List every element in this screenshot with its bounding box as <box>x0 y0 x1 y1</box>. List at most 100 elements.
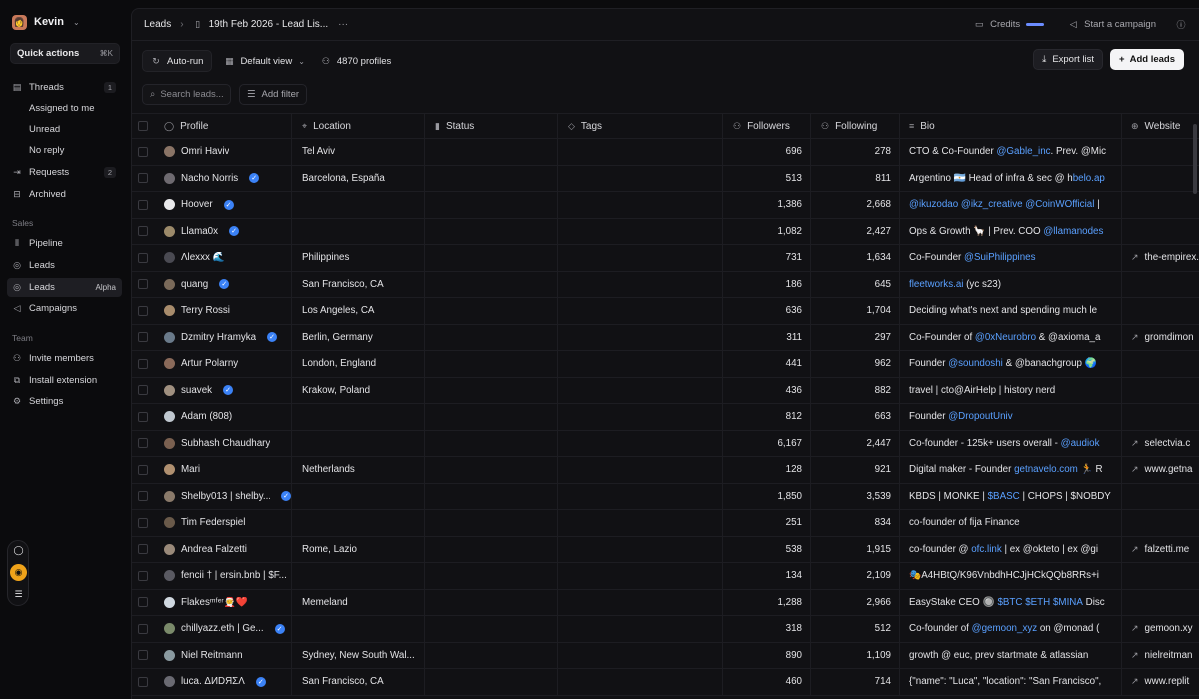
sliders-icon[interactable]: ☰ <box>10 586 27 603</box>
location-cell[interactable] <box>292 510 425 536</box>
bio-cell[interactable]: fleetworks.ai (yc s23) <box>900 271 1122 297</box>
table-row[interactable]: Λlexxx 🌊 Philippines 731 1,634 Co-Founder @S… <box>132 245 1199 272</box>
add-leads-button[interactable]: + Add leads <box>1110 49 1184 70</box>
website-cell[interactable]: ↗ the-empirex.c <box>1122 245 1199 271</box>
workspace-switcher[interactable]: 👩 Kevin ⌄ <box>12 14 80 30</box>
profile-cell[interactable]: Shelby013 | shelby... ✓ <box>154 483 292 509</box>
tags-cell[interactable] <box>558 377 723 403</box>
table-row[interactable]: suavek ✓ Krakow, Poland 436 882 travel | cto@… <box>132 377 1199 404</box>
website-text[interactable]: www.getna <box>1145 464 1193 475</box>
bio-link[interactable]: fleetworks.ai <box>909 279 963 290</box>
table-row[interactable]: chillyazz.eth | Ge... ✓ 318 512 Co-founder o… <box>132 616 1199 643</box>
location-cell[interactable]: Sydney, New South Wal... <box>292 642 425 668</box>
profile-cell[interactable]: Andrea Falzetti <box>154 536 292 562</box>
tags-cell[interactable] <box>558 245 723 271</box>
sidebar-item-assigned[interactable]: Assigned to me <box>7 99 122 118</box>
website-cell[interactable] <box>1122 139 1199 165</box>
row-checkbox[interactable] <box>138 385 148 396</box>
location-cell[interactable] <box>292 192 425 218</box>
website-text[interactable]: nielreitman <box>1145 650 1193 661</box>
location-cell[interactable] <box>292 430 425 456</box>
profile-cell[interactable]: Tim Federspiel <box>154 510 292 536</box>
row-checkbox[interactable] <box>138 623 148 634</box>
search-input[interactable]: ⌕ Search leads... <box>142 83 231 105</box>
status-cell[interactable] <box>425 536 558 562</box>
row-checkbox[interactable] <box>138 332 148 343</box>
profile-cell[interactable]: Mari <box>154 457 292 483</box>
tags-cell[interactable] <box>558 271 723 297</box>
website-cell[interactable] <box>1122 484 1199 510</box>
column-header-website[interactable]: ⊕ Website <box>1122 114 1199 138</box>
bio-link[interactable]: @DropoutUniv <box>948 411 1012 422</box>
location-cell[interactable]: San Francisco, CA <box>292 669 425 695</box>
website-cell[interactable]: ↗ gromdimon <box>1122 325 1199 351</box>
sidebar-item-install-extension[interactable]: ⧉ Install extension <box>7 371 122 390</box>
row-checkbox[interactable] <box>138 650 148 661</box>
profile-cell[interactable]: Hoover ✓ <box>154 192 292 218</box>
table-row[interactable]: Llama0x ✓ 1,082 2,427 Ops & Growth 🦙 | Prev.… <box>132 218 1199 245</box>
website-cell[interactable] <box>1122 510 1199 536</box>
location-cell[interactable] <box>292 616 425 642</box>
sidebar-item-leads[interactable]: ◎ Leads <box>7 256 122 275</box>
sidebar-item-archived[interactable]: ⊟ Archived <box>7 185 122 204</box>
table-row[interactable]: Hoover ✓ 1,386 2,668 @ikuzodao @ikz_creative… <box>132 192 1199 219</box>
website-text[interactable]: www.replit <box>1145 676 1190 687</box>
bio-cell[interactable]: KBDS | MONKE | $BASC | CHOPS | $NOBDY <box>900 483 1122 509</box>
location-cell[interactable]: Barcelona, España <box>292 165 425 191</box>
bio-cell[interactable]: Co-founder of @gemoon_xyz on @monad ( <box>900 616 1122 642</box>
status-cell[interactable] <box>425 616 558 642</box>
bio-link[interactable]: @Gable_inc <box>996 146 1050 157</box>
sidebar-item-invite-members[interactable]: ⚇ Invite members <box>7 349 122 368</box>
bio-cell[interactable]: Founder @DropoutUniv <box>900 404 1122 430</box>
profile-cell[interactable]: luca. ΔИDЯΣΛ ✓ <box>154 669 292 695</box>
tags-cell[interactable] <box>558 139 723 165</box>
profile-cell[interactable]: Terry Rossi <box>154 298 292 324</box>
row-checkbox[interactable] <box>138 199 148 210</box>
profile-cell[interactable]: Nacho Norris ✓ <box>154 165 292 191</box>
sidebar-item-pipeline[interactable]: ⫴ Pipeline <box>7 234 122 253</box>
add-filter-button[interactable]: ☰ Add filter <box>239 83 308 105</box>
column-header-following[interactable]: ⚇ Following <box>811 114 900 138</box>
tags-cell[interactable] <box>558 351 723 377</box>
bio-cell[interactable]: Co-founder - 125k+ users overall - @audi… <box>900 430 1122 456</box>
scrollbar[interactable] <box>1193 124 1197 194</box>
bio-link[interactable]: @gemoon_xyz <box>972 623 1038 634</box>
chat-icon[interactable]: ◯ <box>10 542 27 559</box>
profile-cell[interactable]: Artur Polarny <box>154 351 292 377</box>
profile-cell[interactable]: Subhash Chaudhary <box>154 430 292 456</box>
bio-link[interactable]: @0xNeurobro <box>975 332 1036 343</box>
location-cell[interactable]: Philippines <box>292 245 425 271</box>
website-cell[interactable]: ↗ selectvia.c <box>1122 431 1199 457</box>
sidebar-item-requests[interactable]: ⇥ Requests 2 <box>7 163 122 182</box>
website-cell[interactable]: ↗ nielreitman <box>1122 643 1199 669</box>
row-checkbox[interactable] <box>138 570 148 581</box>
profile-cell[interactable]: Niel Reitmann <box>154 642 292 668</box>
profile-cell[interactable]: Dzmitry Hramyka ✓ <box>154 324 292 350</box>
table-row[interactable]: luca. ΔИDЯΣΛ ✓ San Francisco, CA 460 714 {"na… <box>132 669 1199 696</box>
bio-link[interactable]: belo.ap <box>1073 173 1105 184</box>
table-row[interactable]: quang ✓ San Francisco, CA 186 645 fleetworks.… <box>132 271 1199 298</box>
sidebar-item-threads[interactable]: ▤ Threads 1 <box>7 78 122 97</box>
tags-cell[interactable] <box>558 616 723 642</box>
bio-cell[interactable]: Co-Founder @SuiPhilippines <box>900 245 1122 271</box>
tags-cell[interactable] <box>558 642 723 668</box>
bio-link[interactable]: $BASC <box>988 491 1020 502</box>
column-header-followers[interactable]: ⚇ Followers <box>723 114 811 138</box>
sidebar-item-leads-alpha[interactable]: ◎ Leads Alpha <box>7 278 122 297</box>
quick-actions-button[interactable]: Quick actions ⌘K <box>10 43 120 64</box>
bio-cell[interactable]: travel | cto@AirHelp | history nerd <box>900 377 1122 403</box>
start-campaign-button[interactable]: ◁ Start a campaign <box>1068 19 1156 30</box>
website-cell[interactable] <box>1122 378 1199 404</box>
website-text[interactable]: gromdimon <box>1145 332 1194 343</box>
website-cell[interactable] <box>1122 166 1199 192</box>
website-text[interactable]: the-empirex.c <box>1145 252 1199 263</box>
bio-cell[interactable]: {"name": "Luca", "location": "San Franci… <box>900 669 1122 695</box>
location-cell[interactable] <box>292 218 425 244</box>
status-cell[interactable] <box>425 192 558 218</box>
website-cell[interactable]: ↗ www.replit <box>1122 669 1199 695</box>
bio-cell[interactable]: EasyStake CEO 🔘 $BTC $ETH $MINA Disc <box>900 589 1122 615</box>
bio-cell[interactable]: co-founder @ ofc.link | ex @okteto | ex … <box>900 536 1122 562</box>
website-cell[interactable]: ↗ gemoon.xy <box>1122 616 1199 642</box>
row-checkbox[interactable] <box>138 517 148 528</box>
tags-cell[interactable] <box>558 457 723 483</box>
